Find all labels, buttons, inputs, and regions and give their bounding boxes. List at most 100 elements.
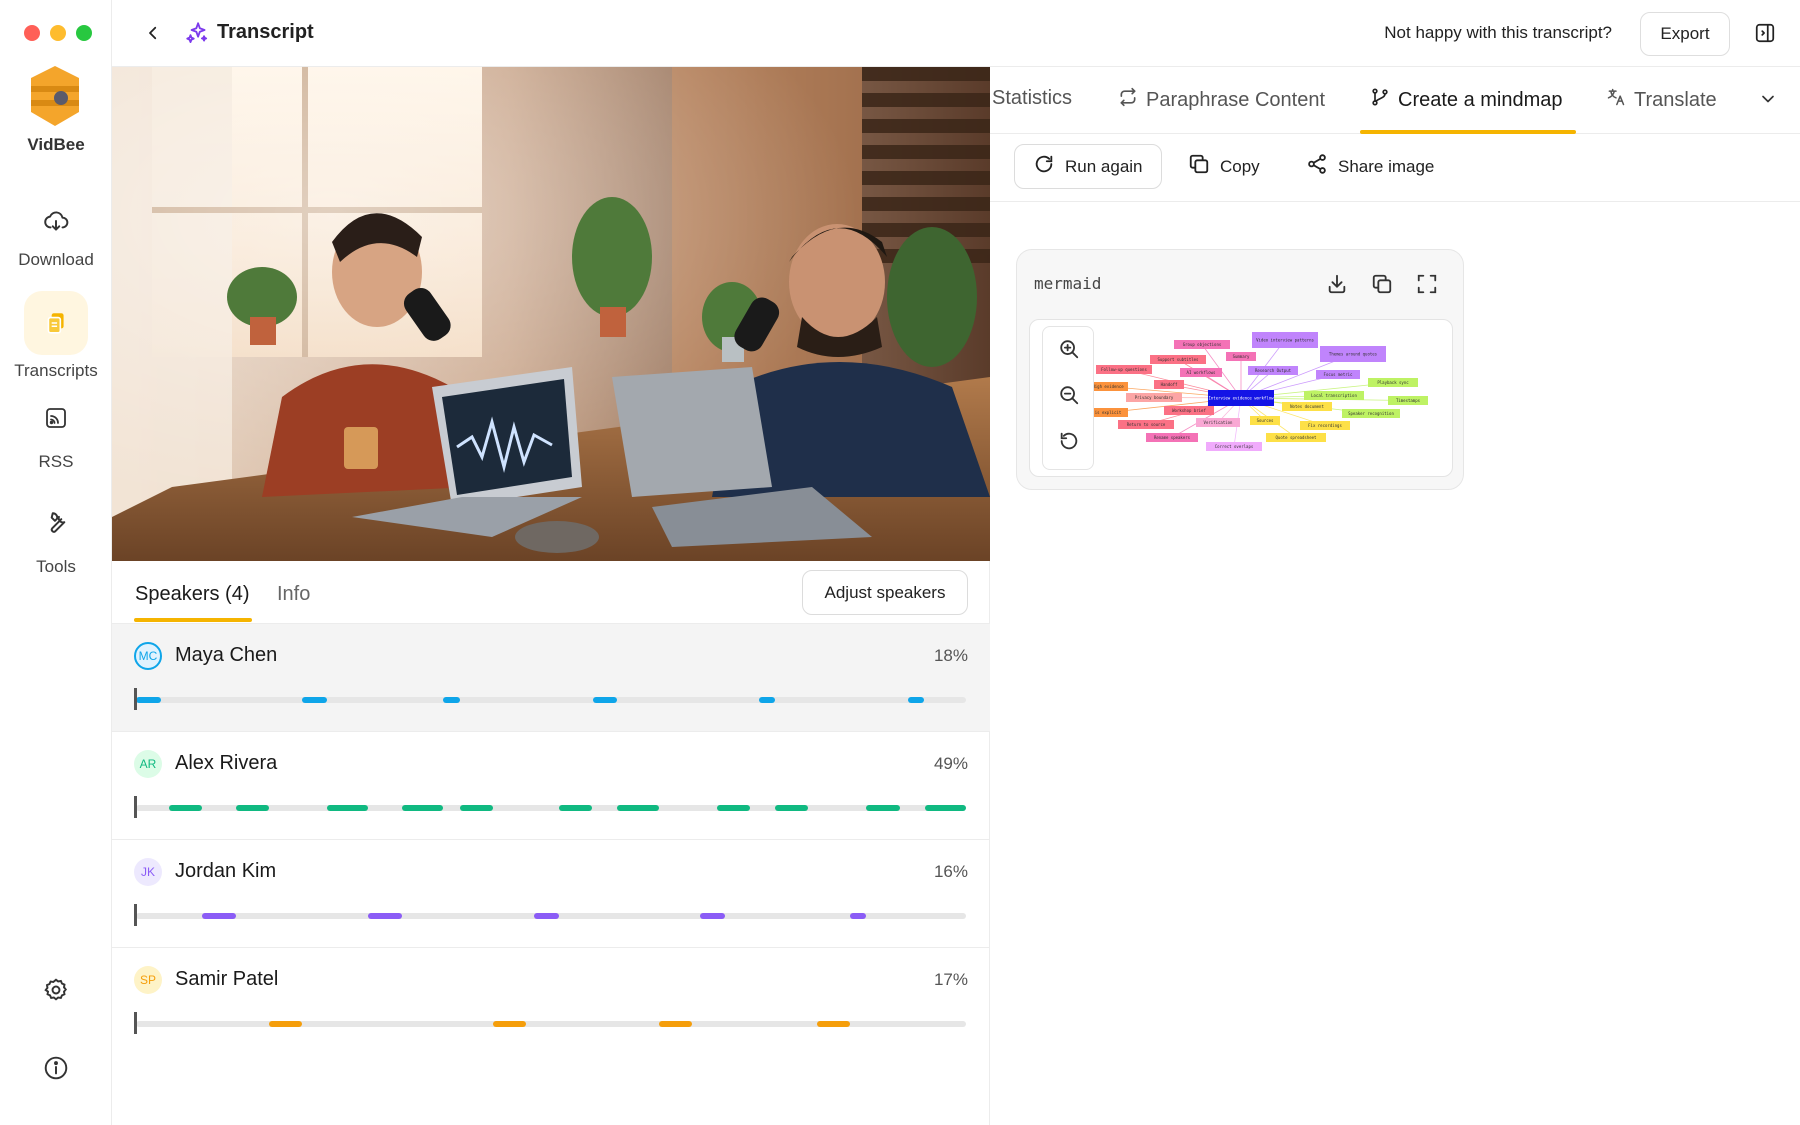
speech-segment[interactable] [866,805,900,811]
tab-translate[interactable]: Translate [1606,87,1717,113]
mindmap-canvas[interactable]: Interview evidence workflow Group objecti… [1029,319,1453,477]
speaker-timeline[interactable] [136,805,966,811]
speech-segment[interactable] [401,805,444,811]
mindmap-node-label: Workshop brief [1172,408,1206,413]
sidebar-item-rss[interactable]: RSS [0,398,112,472]
mindmap-node: Rename speakers [1146,433,1198,442]
tab-speakers[interactable]: Speakers (4) [135,583,250,606]
tab-label: Translate [1634,88,1717,111]
speech-segment[interactable] [459,805,493,811]
download-icon[interactable] [1323,270,1351,298]
playhead-marker[interactable] [134,688,137,710]
mindmap-node: Themes around quotes [1320,346,1386,362]
speaker-row[interactable]: SP Samir Patel 17% [112,947,990,1055]
tab-info[interactable]: Info [277,583,310,606]
mindmap-node: High evidence [1088,382,1128,391]
mindmap-node-label: Verification [1204,420,1233,425]
mindmap-node: is explicit [1088,408,1128,417]
speech-segment[interactable] [492,1021,527,1027]
speaker-timeline[interactable] [136,1021,966,1027]
tab-create-mindmap[interactable]: Create a mindmap [1370,87,1563,113]
speech-segment[interactable] [235,805,269,811]
speaker-timeline[interactable] [136,913,966,919]
document-copy-icon [24,291,88,355]
playhead-marker[interactable] [134,796,137,818]
top-bar: Transcript Not happy with this transcrip… [112,0,1800,67]
zoom-in-icon[interactable] [1055,335,1083,363]
speech-segment[interactable] [268,1021,302,1027]
mindmap-node-label: Notes document [1290,404,1324,409]
speech-segment[interactable] [368,913,402,919]
close-window-button[interactable] [24,25,40,41]
speech-segment[interactable] [443,697,460,703]
chevron-down-icon[interactable] [1758,89,1778,114]
sidebar-toggle-icon[interactable] [1752,20,1778,46]
mindmap-node-label: High evidence [1092,384,1124,389]
speech-segment[interactable] [169,805,203,811]
speech-segment[interactable] [617,805,659,811]
mindmap-node: Focus metric [1316,370,1360,379]
speaker-timeline[interactable] [136,697,966,703]
speaker-row[interactable]: AR Alex Rivera 49% [112,731,990,839]
speech-segment[interactable] [758,697,776,703]
sidebar-item-download[interactable]: Download [0,190,112,270]
video-player[interactable] [112,67,990,561]
speech-segment[interactable] [592,697,618,703]
speaker-percentage: 16% [933,862,968,881]
mindmap-node: Follow-up questions [1096,365,1152,374]
speech-segment[interactable] [658,1021,693,1027]
info-icon[interactable] [40,1052,72,1084]
zoom-out-icon[interactable] [1055,381,1083,409]
sidebar-item-transcripts[interactable]: Transcripts [0,291,112,381]
tab-paraphrase-content[interactable]: Paraphrase Content [1118,87,1325,113]
mindmap-node-label: AI workflows [1187,370,1216,375]
mindmap-node: Speaker recognition [1342,409,1400,418]
speech-segment[interactable] [849,913,867,919]
mindmap-node-label: Playback sync [1377,380,1409,385]
run-again-button[interactable]: Run again [1014,144,1162,189]
minimize-window-button[interactable] [50,25,66,41]
sidebar-item-tools[interactable]: Tools [0,503,112,577]
feedback-link[interactable]: Not happy with this transcript? [1384,23,1612,43]
speakers-tabs: Speakers (4) Info Adjust speakers [112,561,990,623]
speech-segment[interactable] [907,697,925,703]
gear-icon[interactable] [40,974,72,1006]
share-image-button[interactable]: Share image [1306,144,1434,189]
sidebar-item-label: RSS [38,452,74,471]
speaker-row[interactable]: MC Maya Chen 18% [112,623,990,731]
cloud-download-icon [24,190,88,254]
adjust-speakers-button[interactable]: Adjust speakers [802,570,968,615]
copy-button[interactable]: Copy [1188,144,1260,189]
reset-zoom-icon[interactable] [1055,427,1083,455]
app-name: VidBee [27,135,85,154]
speech-segment[interactable] [136,697,161,703]
speech-segment[interactable] [775,805,809,811]
speech-segment[interactable] [559,805,593,811]
speech-segment[interactable] [326,805,369,811]
fullscreen-icon[interactable] [1413,270,1441,298]
speech-segment[interactable] [534,913,560,919]
mindmap-node: Timestamps [1388,396,1428,405]
maximize-window-button[interactable] [76,25,92,41]
rss-icon [24,398,88,438]
avatar: JK [134,858,162,886]
speaker-name: Maya Chen [175,644,278,666]
mindmap-node: Notes document [1282,402,1332,411]
mindmap-node: Fix recordings [1300,421,1350,430]
speech-segment[interactable] [924,805,966,811]
speaker-row[interactable]: JK Jordan Kim 16% [112,839,990,947]
speech-segment[interactable] [816,1021,850,1027]
speech-segment[interactable] [302,697,327,703]
export-button[interactable]: Export [1640,12,1730,56]
tab-label: Create a mindmap [1398,88,1563,111]
run-again-label: Run again [1065,156,1143,176]
speech-segment[interactable] [700,913,726,919]
playhead-marker[interactable] [134,904,137,926]
mermaid-card: mermaid Interview evidence workflow Grou… [1016,249,1464,490]
speech-segment[interactable] [717,805,751,811]
tab-statistics[interactable]: Statistics [992,87,1072,110]
playhead-marker[interactable] [134,1012,137,1034]
speech-segment[interactable] [202,913,236,919]
copy-icon[interactable] [1368,270,1396,298]
back-button[interactable] [140,20,166,46]
